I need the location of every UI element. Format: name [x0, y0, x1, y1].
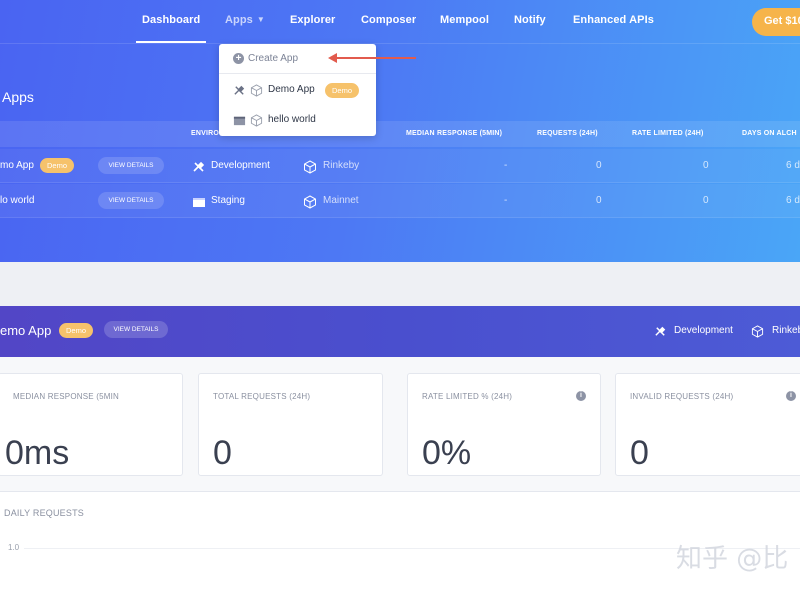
- cube-icon: [304, 195, 316, 209]
- cube-icon: [250, 84, 263, 97]
- nav-dashboard[interactable]: Dashboard: [135, 14, 207, 43]
- demo-badge: Demo: [40, 158, 75, 173]
- requests-cell: 0: [596, 195, 602, 206]
- stat-value: 0: [630, 434, 649, 472]
- network-cell: Mainnet: [303, 195, 359, 209]
- network-label: Rinkeby: [323, 160, 360, 171]
- cube-icon: [304, 160, 316, 174]
- demo-badge: Demo: [325, 83, 360, 98]
- nav-explorer[interactable]: Explorer: [290, 14, 335, 26]
- hero-banner: Dashboard Apps ▼ Explorer Composer Mempoo…: [0, 0, 800, 262]
- env-cell: Staging: [192, 195, 245, 207]
- plus-circle-icon: +: [233, 53, 244, 64]
- stat-label: RATE LIMITED % (24H): [422, 392, 513, 401]
- env-label: Staging: [211, 195, 245, 206]
- detail-network-label: Rinkeb: [772, 325, 800, 336]
- env-cell: Development: [192, 160, 270, 172]
- table-row[interactable]: mo App Demo VIEW DETAILS Development Rin…: [0, 149, 800, 183]
- top-nav: Dashboard Apps ▼ Explorer Composer Mempoo…: [0, 0, 800, 44]
- header-requests: REQUESTS (24H): [537, 130, 598, 137]
- apps-table-header: ENVIRO MEDIAN RESPONSE (5MIN) REQUESTS (…: [0, 121, 800, 147]
- header-days: DAYS ON ALCH: [742, 130, 797, 137]
- apps-section-title: Apps: [2, 89, 34, 105]
- staging-icon: [233, 116, 246, 126]
- demo-badge: Demo: [59, 323, 94, 338]
- stat-label: INVALID REQUESTS (24H): [630, 392, 734, 401]
- app-detail-header: emo App Demo VIEW DETAILS Development Ri…: [0, 306, 800, 357]
- tools-icon: [655, 326, 666, 336]
- stat-label: MEDIAN RESPONSE (5MIN: [13, 392, 119, 401]
- dropdown-item-label: Demo App: [268, 84, 315, 95]
- watermark: 知乎 @比: [676, 544, 789, 574]
- env-label: Development: [211, 160, 270, 171]
- nav-notify[interactable]: Notify: [514, 14, 546, 26]
- app-detail-title: emo App: [0, 323, 52, 338]
- view-details-button[interactable]: VIEW DETAILS: [98, 192, 164, 209]
- nav-enhanced-apis[interactable]: Enhanced APIs: [573, 14, 654, 26]
- annotation-arrow-icon: [328, 53, 416, 63]
- section-divider: [0, 262, 800, 306]
- detail-environment: Development: [654, 325, 733, 336]
- median-cell: -: [504, 195, 508, 206]
- detail-network: Rinkeb: [751, 325, 800, 338]
- get-credit-button[interactable]: Get $10: [752, 8, 800, 36]
- dropdown-item-label: hello world: [268, 114, 316, 125]
- detail-environment-label: Development: [674, 325, 733, 336]
- tools-icon: [234, 85, 245, 95]
- tools-icon: [193, 161, 205, 172]
- header-median-response: MEDIAN RESPONSE (5MIN): [406, 130, 503, 137]
- daily-requests-title: DAILY REQUESTS: [4, 508, 84, 518]
- y-axis-tick: 1.0: [8, 543, 20, 552]
- median-cell: -: [504, 160, 508, 171]
- stat-card-total-requests: TOTAL REQUESTS (24H) 0: [198, 373, 383, 476]
- apps-table: ENVIRO MEDIAN RESPONSE (5MIN) REQUESTS (…: [0, 121, 800, 218]
- staging-icon: [193, 198, 205, 207]
- nav-mempool[interactable]: Mempool: [440, 14, 489, 26]
- stat-value: 0ms: [5, 434, 70, 472]
- app-name[interactable]: mo App: [0, 160, 34, 171]
- rate-limited-cell: 0: [703, 195, 709, 206]
- stat-value: 0%: [422, 434, 472, 472]
- nav-apps[interactable]: Apps ▼: [225, 14, 265, 26]
- nav-composer[interactable]: Composer: [361, 14, 416, 26]
- nav-apps-label: Apps: [225, 14, 253, 26]
- header-environment: ENVIRO: [191, 130, 220, 137]
- days-cell: 6 d: [786, 195, 800, 206]
- network-label: Mainnet: [323, 195, 359, 206]
- stat-card-invalid-requests: INVALID REQUESTS (24H) i 0: [615, 373, 800, 476]
- rate-limited-cell: 0: [703, 160, 709, 171]
- info-icon[interactable]: i: [786, 391, 796, 401]
- header-rate-limited: RATE LIMITED (24H): [632, 130, 704, 137]
- view-details-button[interactable]: VIEW DETAILS: [104, 321, 168, 338]
- create-app-label: Create App: [248, 53, 299, 64]
- stat-value: 0: [213, 434, 232, 472]
- dropdown-item-hello-world[interactable]: hello world: [219, 105, 376, 135]
- table-row[interactable]: lo world VIEW DETAILS Staging Mainnet - …: [0, 184, 800, 218]
- info-icon[interactable]: i: [576, 391, 586, 401]
- requests-cell: 0: [596, 160, 602, 171]
- stat-label: TOTAL REQUESTS (24H): [213, 392, 311, 401]
- network-cell: Rinkeby: [303, 160, 360, 174]
- caret-down-icon: ▼: [256, 15, 265, 24]
- stat-card-rate-limited: RATE LIMITED % (24H) i 0%: [407, 373, 601, 476]
- view-details-button[interactable]: VIEW DETAILS: [98, 157, 164, 174]
- cube-icon: [250, 114, 263, 127]
- days-cell: 6 d: [786, 160, 800, 171]
- stat-card-median-response: MEDIAN RESPONSE (5MIN 0ms: [0, 373, 183, 476]
- app-name[interactable]: lo world: [0, 195, 34, 206]
- cube-icon: [751, 325, 764, 338]
